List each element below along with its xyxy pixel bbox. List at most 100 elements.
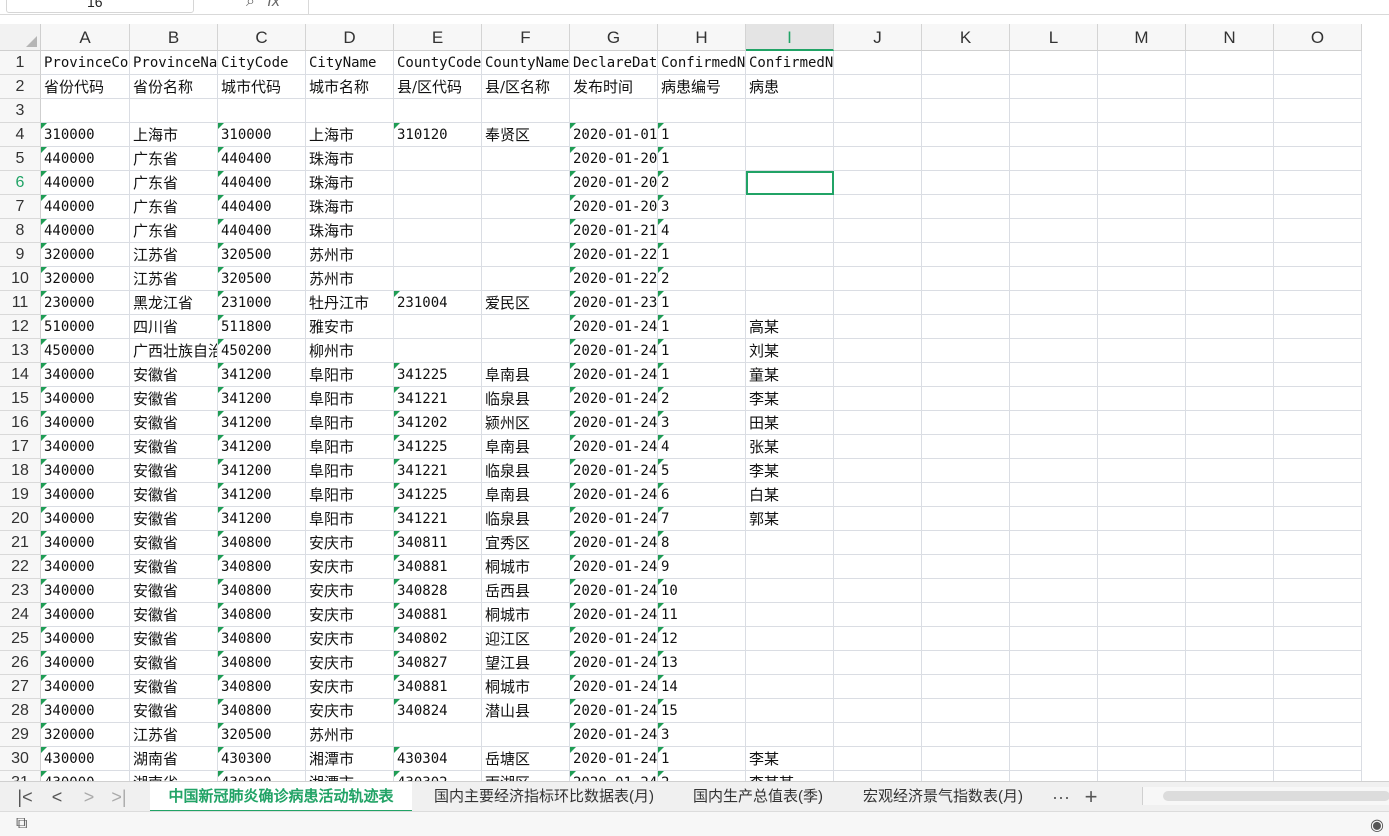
cell-a23[interactable]: 340000 [41,579,130,603]
cell-m11[interactable] [1098,291,1186,315]
cell-l13[interactable] [1010,339,1098,363]
cell-b20[interactable]: 安徽省 [130,507,218,531]
cell-n21[interactable] [1186,531,1274,555]
cell-f19[interactable]: 阜南县 [482,483,570,507]
cell-k4[interactable] [922,123,1010,147]
sheet-grid[interactable]: ProvinceCodeProvinceNameCityCodeCityName… [41,51,1389,781]
cell-g1[interactable]: DeclareDate [570,51,658,75]
cell-b28[interactable]: 安徽省 [130,699,218,723]
cell-d5[interactable]: 珠海市 [306,147,394,171]
cell-m13[interactable] [1098,339,1186,363]
column-header-n[interactable]: N [1186,24,1274,51]
cell-b24[interactable]: 安徽省 [130,603,218,627]
cell-j17[interactable] [834,435,922,459]
cell-f27[interactable]: 桐城市 [482,675,570,699]
cell-c25[interactable]: 340800 [218,627,306,651]
cell-o30[interactable] [1274,747,1362,771]
cell-j11[interactable] [834,291,922,315]
cell-n15[interactable] [1186,387,1274,411]
cell-m31[interactable] [1098,771,1186,781]
cell-h26[interactable]: 13 [658,651,746,675]
cell-l4[interactable] [1010,123,1098,147]
cell-d2[interactable]: 城市名称 [306,75,394,99]
cell-k31[interactable] [922,771,1010,781]
cell-a7[interactable]: 440000 [41,195,130,219]
cell-n10[interactable] [1186,267,1274,291]
cell-e7[interactable] [394,195,482,219]
cell-k23[interactable] [922,579,1010,603]
cell-c15[interactable]: 341200 [218,387,306,411]
cell-h15[interactable]: 2 [658,387,746,411]
cell-h6[interactable]: 2 [658,171,746,195]
cell-i10[interactable] [746,267,834,291]
cell-n17[interactable] [1186,435,1274,459]
cell-m7[interactable] [1098,195,1186,219]
cell-f14[interactable]: 阜南县 [482,363,570,387]
cell-d1[interactable]: CityName [306,51,394,75]
cell-k16[interactable] [922,411,1010,435]
cell-e28[interactable]: 340824 [394,699,482,723]
cell-b14[interactable]: 安徽省 [130,363,218,387]
cell-f7[interactable] [482,195,570,219]
cell-k21[interactable] [922,531,1010,555]
cell-i28[interactable] [746,699,834,723]
cell-b6[interactable]: 广东省 [130,171,218,195]
cell-n9[interactable] [1186,243,1274,267]
row-header-12[interactable]: 12 [0,315,41,339]
cell-g28[interactable]: 2020-01-24 [570,699,658,723]
column-header-h[interactable]: H [658,24,746,51]
cell-c13[interactable]: 450200 [218,339,306,363]
cell-n11[interactable] [1186,291,1274,315]
cell-h14[interactable]: 1 [658,363,746,387]
cell-j19[interactable] [834,483,922,507]
cell-i19[interactable]: 白某 [746,483,834,507]
cell-f26[interactable]: 望江县 [482,651,570,675]
column-header-l[interactable]: L [1010,24,1098,51]
cell-g24[interactable]: 2020-01-24 [570,603,658,627]
cell-i8[interactable] [746,219,834,243]
cell-e30[interactable]: 430304 [394,747,482,771]
cell-c10[interactable]: 320500 [218,267,306,291]
cell-o13[interactable] [1274,339,1362,363]
row-header-21[interactable]: 21 [0,531,41,555]
cell-a25[interactable]: 340000 [41,627,130,651]
cell-c9[interactable]: 320500 [218,243,306,267]
row-header-3[interactable]: 3 [0,99,41,123]
cell-n2[interactable] [1186,75,1274,99]
row-header-27[interactable]: 27 [0,675,41,699]
cell-d4[interactable]: 上海市 [306,123,394,147]
cell-j23[interactable] [834,579,922,603]
cell-e20[interactable]: 341221 [394,507,482,531]
cell-k17[interactable] [922,435,1010,459]
cell-j5[interactable] [834,147,922,171]
cell-f17[interactable]: 阜南县 [482,435,570,459]
cell-a31[interactable]: 430000 [41,771,130,781]
cell-d28[interactable]: 安庆市 [306,699,394,723]
prev-sheet-button[interactable]: < [44,784,70,810]
cell-e1[interactable]: CountyCode [394,51,482,75]
cell-b4[interactable]: 上海市 [130,123,218,147]
cell-c4[interactable]: 310000 [218,123,306,147]
cell-b26[interactable]: 安徽省 [130,651,218,675]
cell-e13[interactable] [394,339,482,363]
cell-o21[interactable] [1274,531,1362,555]
cell-e22[interactable]: 340881 [394,555,482,579]
zoom-icon[interactable]: ⌕ [246,0,255,10]
cell-m17[interactable] [1098,435,1186,459]
cell-h25[interactable]: 12 [658,627,746,651]
cell-f29[interactable] [482,723,570,747]
cell-b1[interactable]: ProvinceName [130,51,218,75]
cell-n20[interactable] [1186,507,1274,531]
cell-k18[interactable] [922,459,1010,483]
cell-h16[interactable]: 3 [658,411,746,435]
cell-g9[interactable]: 2020-01-22 [570,243,658,267]
cell-j16[interactable] [834,411,922,435]
cell-a5[interactable]: 440000 [41,147,130,171]
cell-m22[interactable] [1098,555,1186,579]
cell-a22[interactable]: 340000 [41,555,130,579]
cell-h11[interactable]: 1 [658,291,746,315]
cell-b2[interactable]: 省份名称 [130,75,218,99]
cell-g5[interactable]: 2020-01-20 [570,147,658,171]
cell-n8[interactable] [1186,219,1274,243]
cell-j15[interactable] [834,387,922,411]
